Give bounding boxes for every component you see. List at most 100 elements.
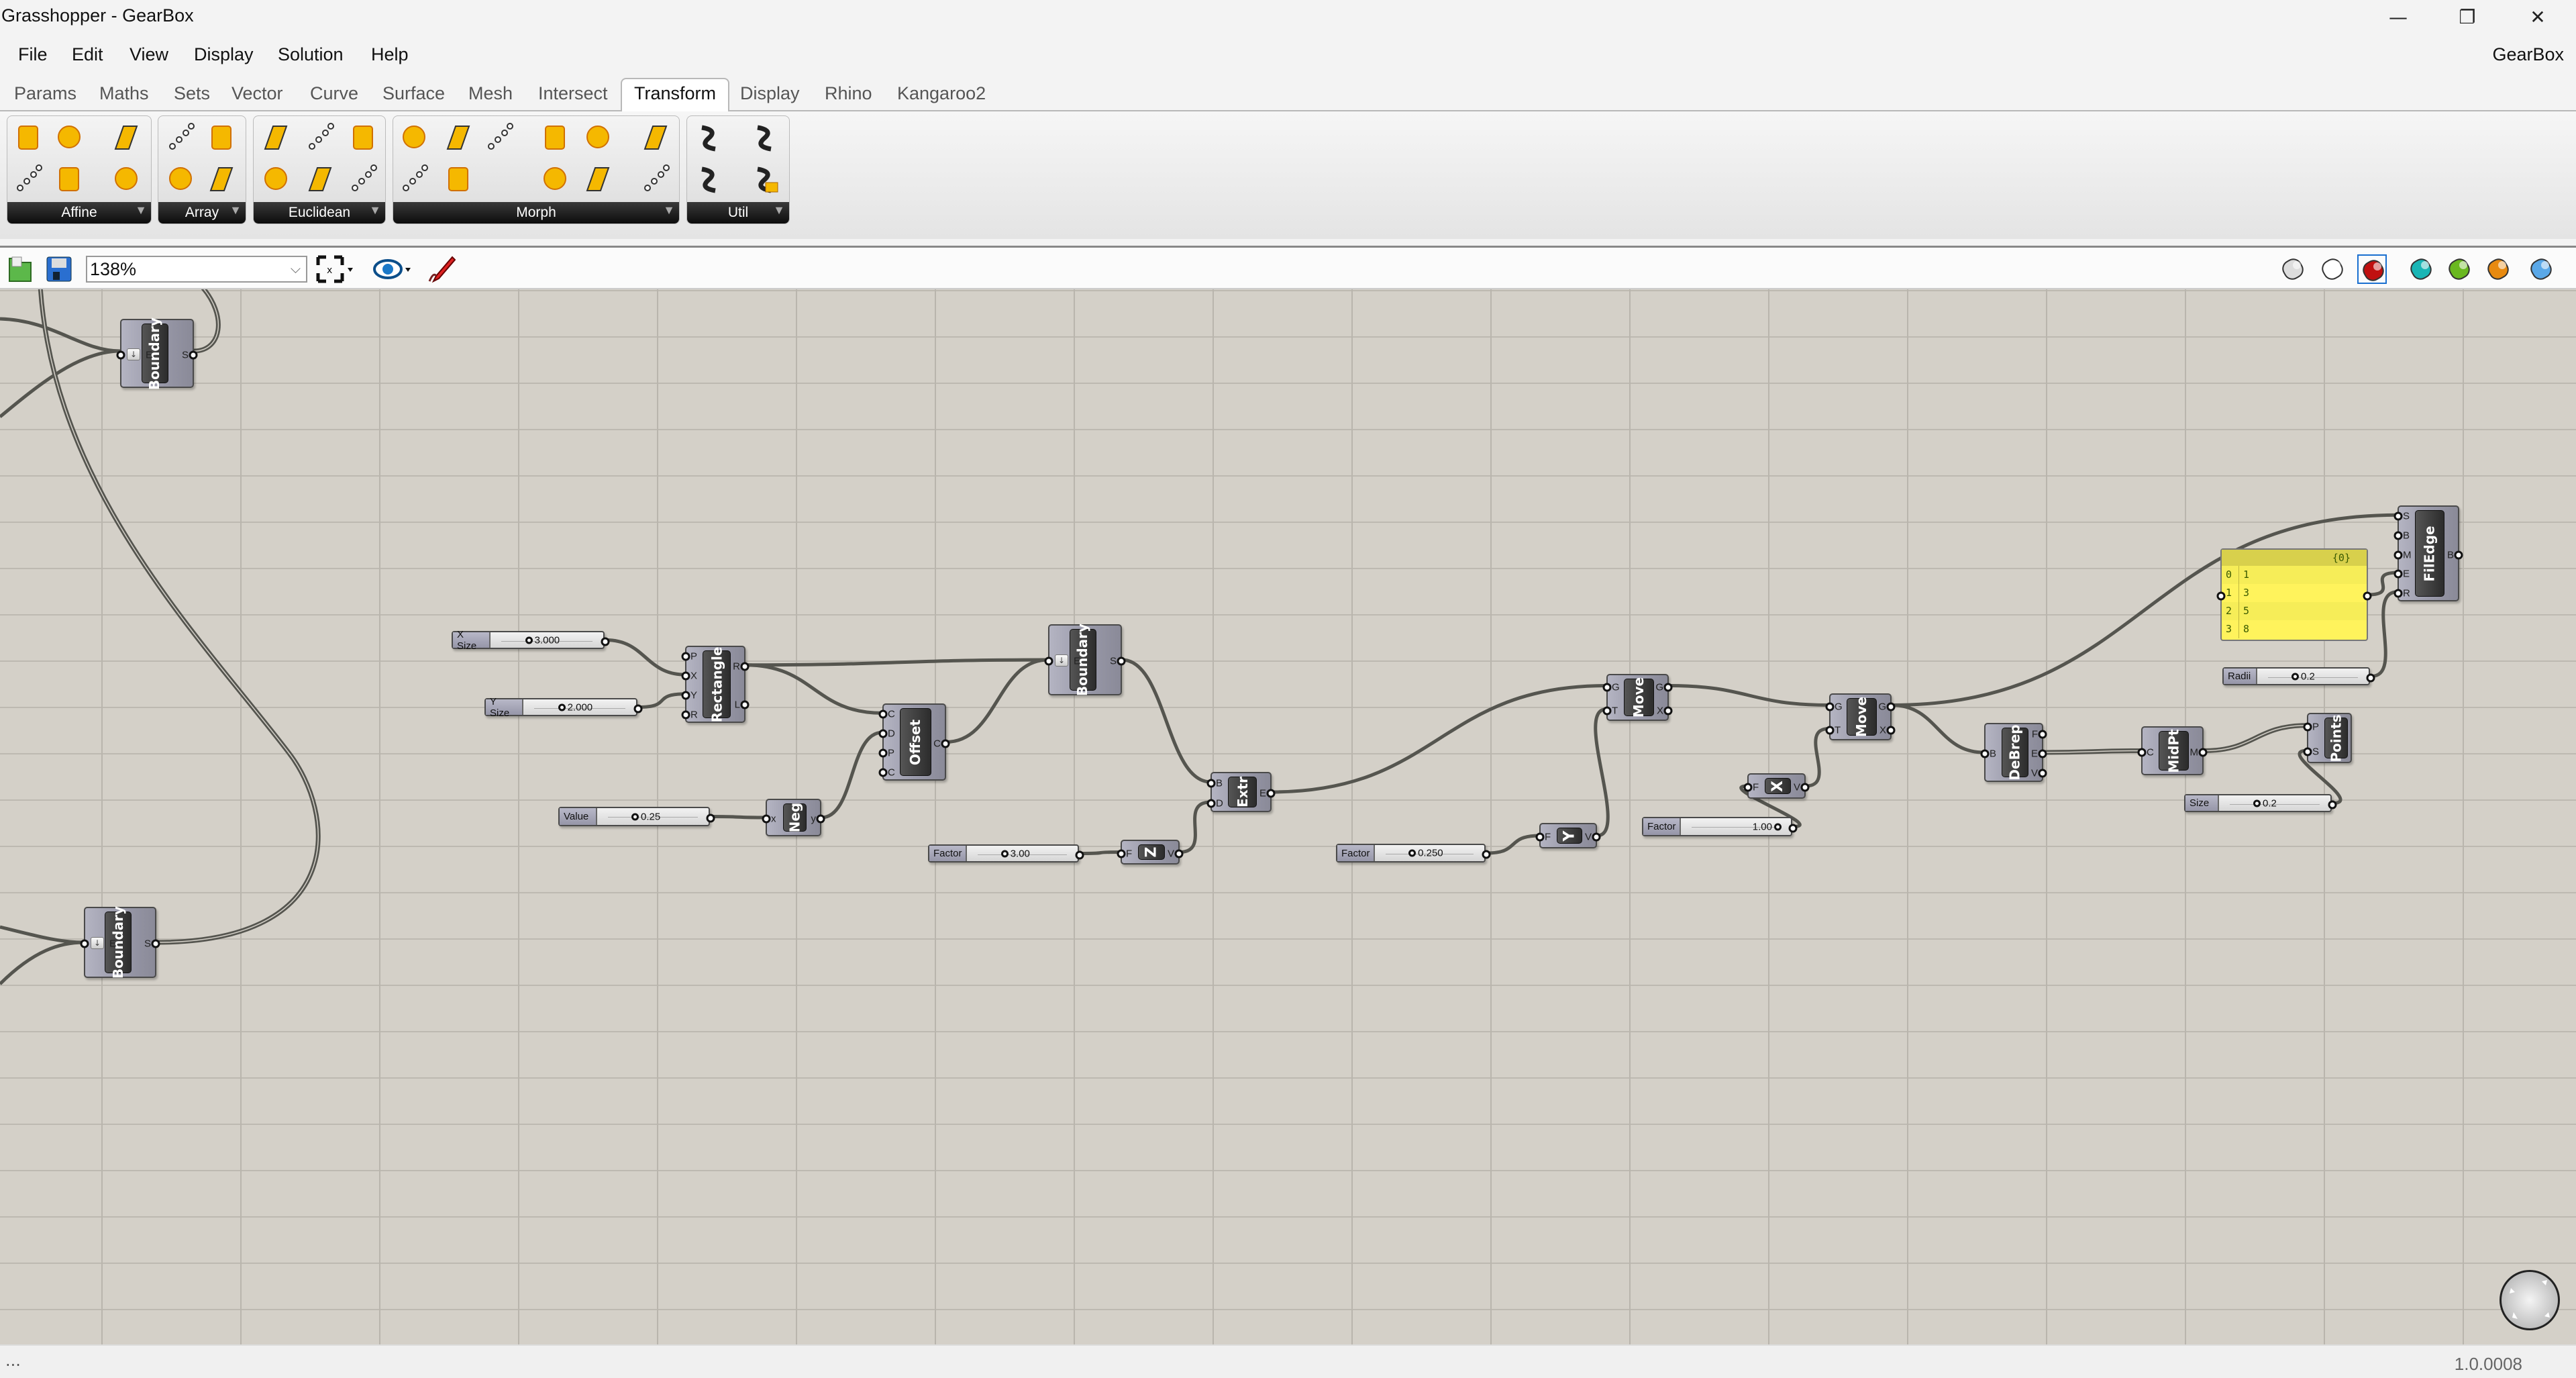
tab-sets[interactable]: Sets xyxy=(174,83,210,104)
twisted-box-icon[interactable] xyxy=(583,164,613,195)
tab-curve[interactable]: Curve xyxy=(310,83,358,104)
sketch-pen-icon[interactable] xyxy=(427,254,456,284)
component-boundary-bottom[interactable]: Boundary E ↓ S xyxy=(80,906,160,979)
grasshopper-canvas[interactable]: Boundary E ↓ S Boundary E ↓ S Rectangle P X Y R R L Off… xyxy=(0,289,2576,1344)
menu-file[interactable]: File xyxy=(18,44,48,65)
move-icon[interactable] xyxy=(261,164,291,195)
tab-vector[interactable]: Vector xyxy=(231,83,283,104)
output-port[interactable] xyxy=(1174,849,1184,858)
zoom-extents-icon[interactable]: x xyxy=(315,254,353,284)
rotate-direction-icon[interactable] xyxy=(348,164,378,195)
tab-mesh[interactable]: Mesh xyxy=(468,83,513,104)
slider-size[interactable]: Size 0.2 xyxy=(2184,794,2337,812)
minimize-button[interactable]: — xyxy=(2371,3,2425,32)
output-port[interactable] xyxy=(941,739,950,748)
component-filedge[interactable]: FilEdge S B M E R B xyxy=(2393,505,2463,601)
ribbon-group-label[interactable]: Euclidean ▼ xyxy=(254,202,385,224)
maelstrom-icon[interactable] xyxy=(583,122,613,153)
output-port[interactable] xyxy=(1886,702,1896,711)
output-port[interactable] xyxy=(1663,683,1673,691)
expand-arrow-icon[interactable]: ▼ xyxy=(663,199,675,221)
polar-array-icon[interactable] xyxy=(207,122,236,153)
input-port[interactable] xyxy=(2393,569,2403,579)
output-port[interactable] xyxy=(2198,748,2208,756)
input-port[interactable] xyxy=(878,709,888,719)
camera-obscura-icon[interactable] xyxy=(111,164,141,195)
slider-knob[interactable] xyxy=(2291,673,2299,680)
input-port[interactable] xyxy=(1117,849,1126,858)
input-port[interactable] xyxy=(2303,747,2312,756)
output-port[interactable] xyxy=(189,350,198,359)
inverse-transform-icon[interactable] xyxy=(695,164,725,195)
slider-factor-z[interactable]: Factor 3.00 xyxy=(928,844,1084,863)
component-move2[interactable]: Move G T G X xyxy=(1825,693,1896,740)
project-icon[interactable] xyxy=(111,122,141,153)
input-port[interactable] xyxy=(80,939,89,948)
slider-value[interactable]: 3.000 xyxy=(525,634,560,646)
input-port[interactable] xyxy=(1535,832,1545,842)
zoom-level-dropdown[interactable]: 138% ⌵ xyxy=(86,256,307,283)
slider-value[interactable]: 0.2 xyxy=(2291,671,2315,682)
tab-kangaroo2[interactable]: Kangaroo2 xyxy=(897,83,986,104)
slider-value[interactable]: 0.2 xyxy=(2253,797,2277,809)
slider-value[interactable]: Value 0.25 xyxy=(558,807,715,826)
expand-arrow-icon[interactable]: ▼ xyxy=(135,199,147,221)
slider-radii[interactable]: Radii 0.2 xyxy=(2222,667,2375,685)
orient-direction-icon[interactable] xyxy=(54,164,84,195)
component-boundary-top[interactable]: Boundary E ↓ S xyxy=(116,317,198,390)
slider-value[interactable]: 0.25 xyxy=(631,811,660,822)
output-port[interactable] xyxy=(816,814,825,824)
bend-deform-icon[interactable] xyxy=(540,122,570,153)
expand-arrow-icon[interactable]: ▼ xyxy=(369,199,381,221)
input-port[interactable] xyxy=(2303,722,2312,732)
input-port[interactable] xyxy=(1825,702,1835,711)
input-port[interactable] xyxy=(1602,706,1612,715)
slider-value[interactable]: 2.000 xyxy=(558,701,593,713)
output-port[interactable] xyxy=(1592,832,1601,842)
output-port[interactable] xyxy=(740,700,750,709)
input-port[interactable] xyxy=(2393,589,2403,598)
surface-box-icon[interactable] xyxy=(484,122,514,153)
slider-value[interactable]: 0.250 xyxy=(1408,848,1443,859)
output-port[interactable] xyxy=(1886,726,1896,734)
preview-off-icon[interactable] xyxy=(2278,254,2308,284)
expand-arrow-icon[interactable]: ▼ xyxy=(229,199,242,221)
preview-material-icon[interactable] xyxy=(2483,254,2513,284)
input-port[interactable] xyxy=(116,350,125,359)
output-port[interactable] xyxy=(2038,730,2047,739)
tab-surface[interactable]: Surface xyxy=(382,83,445,104)
menu-help[interactable]: Help xyxy=(371,44,409,65)
output-port[interactable] xyxy=(1266,789,1276,798)
output-port[interactable] xyxy=(2366,673,2375,682)
input-port[interactable] xyxy=(1980,749,1990,758)
ribbon-group-label[interactable]: Util ▼ xyxy=(687,202,789,224)
component-unit-z[interactable]: ZF V xyxy=(1117,840,1184,865)
output-port[interactable] xyxy=(2328,800,2337,809)
input-port[interactable] xyxy=(681,710,690,720)
output-port[interactable] xyxy=(2038,769,2047,778)
rotate-axis-icon[interactable] xyxy=(348,122,378,153)
rectangular-array-icon[interactable] xyxy=(207,164,236,195)
menu-edit[interactable]: Edit xyxy=(72,44,103,65)
component-unit-x[interactable]: XF V xyxy=(1743,773,1810,799)
input-port[interactable] xyxy=(1825,726,1835,734)
input-port[interactable] xyxy=(878,748,888,758)
menu-solution[interactable]: Solution xyxy=(278,44,344,65)
ribbon-group-label[interactable]: Morph ▼ xyxy=(393,202,679,224)
tab-transform[interactable]: Transform xyxy=(621,78,730,111)
shaded-preview-icon[interactable] xyxy=(2357,254,2387,284)
canvas-navigation-wheel-icon[interactable] xyxy=(2500,1270,2560,1330)
slider-knob[interactable] xyxy=(558,703,566,711)
output-port[interactable] xyxy=(2454,550,2463,559)
output-port[interactable] xyxy=(1663,706,1673,715)
input-port[interactable] xyxy=(1206,779,1216,788)
input-port[interactable] xyxy=(2393,531,2403,540)
menu-display[interactable]: Display xyxy=(194,44,254,65)
input-port[interactable] xyxy=(681,652,690,661)
component-offset[interactable]: Offset C D P C C xyxy=(878,703,950,781)
slider-factor-x[interactable]: Factor 1.00 xyxy=(1642,817,1798,836)
output-port[interactable] xyxy=(1075,850,1084,859)
surface-morph-icon[interactable] xyxy=(444,164,473,195)
output-port[interactable] xyxy=(633,704,643,713)
component-debrep[interactable]: DeBrep B F E V xyxy=(1980,723,2047,782)
